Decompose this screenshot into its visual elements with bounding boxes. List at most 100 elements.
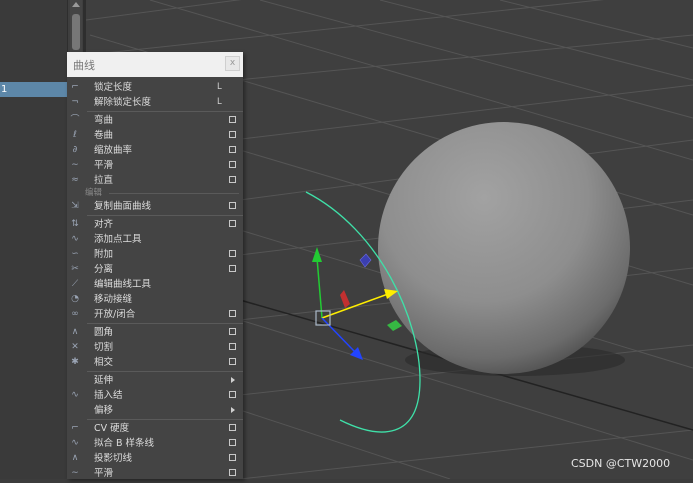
open-close-icon: ∞ <box>71 309 79 319</box>
option-box-icon[interactable] <box>229 328 236 335</box>
menu-item[interactable]: ∼ 平滑 <box>67 466 243 479</box>
add-points-tool-icon: ∿ <box>71 234 79 244</box>
menu-section-header: 编辑 <box>67 188 243 199</box>
section-label: 编辑 <box>85 188 103 198</box>
fillet-icon: ∧ <box>71 327 79 337</box>
outliner-panel: 1 <box>0 0 68 479</box>
menu-item-label: 移动接缝 <box>94 294 133 305</box>
menu-item[interactable]: ℓ 卷曲 <box>67 128 243 143</box>
menu-item[interactable]: ¬ 解除锁定长度 L <box>67 95 243 110</box>
option-box-icon[interactable] <box>229 131 236 138</box>
menu-item-label: 添加点工具 <box>94 234 142 245</box>
lock-length-icon: ⌐ <box>71 82 79 92</box>
menu-items: ⌐ 锁定长度 L ¬ 解除锁定长度 L ⌒ 弯曲 ℓ 卷曲 ∂ 缩放曲率 ∼ 平滑 ≈ 拉直 编辑 ⇲ 复制曲面曲线… <box>67 77 243 479</box>
option-box-icon[interactable] <box>229 250 236 257</box>
menu-item[interactable]: ◔ 移动接缝 <box>67 292 243 307</box>
menu-item-label: 延伸 <box>94 375 114 386</box>
scroll-thumb[interactable] <box>72 14 80 50</box>
detach-icon: ✂ <box>71 264 79 274</box>
scrollbar[interactable] <box>70 0 82 52</box>
option-box-icon[interactable] <box>229 176 236 183</box>
menu-item-label: 开放/闭合 <box>94 309 136 320</box>
menu-item[interactable]: ∧ 圆角 <box>67 325 243 340</box>
option-box-icon[interactable] <box>229 161 236 168</box>
straighten-icon: ≈ <box>71 175 79 185</box>
option-box-icon[interactable] <box>229 265 236 272</box>
menu-item[interactable]: ∽ 附加 <box>67 247 243 262</box>
menu-item-label: 附加 <box>94 249 114 260</box>
menu-item-label: 复制曲面曲线 <box>94 201 152 212</box>
menu-item-label: 投影切线 <box>94 453 133 464</box>
menu-item[interactable]: ✂ 分离 <box>67 262 243 277</box>
menu-item-label: 切割 <box>94 342 114 353</box>
menu-item[interactable]: ✱ 相交 <box>67 355 243 370</box>
cut-icon: ✕ <box>71 342 79 352</box>
sphere-object[interactable] <box>378 122 630 374</box>
smooth-icon: ∼ <box>71 160 79 170</box>
option-box-icon[interactable] <box>229 391 236 398</box>
menu-item-label: 拉直 <box>94 175 114 186</box>
menu-item[interactable]: ⇲ 复制曲面曲线 <box>67 199 243 214</box>
menu-separator <box>87 371 243 372</box>
smooth-2-icon: ∼ <box>71 468 79 478</box>
option-box-icon[interactable] <box>229 424 236 431</box>
menu-item[interactable]: ⌒ 弯曲 <box>67 113 243 128</box>
submenu-arrow-icon <box>231 407 235 413</box>
menu-item[interactable]: ∼ 平滑 <box>67 158 243 173</box>
menu-item[interactable]: ✕ 切割 <box>67 340 243 355</box>
menu-item[interactable]: ∿ 插入结 <box>67 388 243 403</box>
menu-item[interactable]: ∿ 拟合 B 样条线 <box>67 436 243 451</box>
edit-curve-tool-icon: ⟋ <box>71 279 79 289</box>
menu-item-label: 偏移 <box>94 405 114 416</box>
intersect-icon: ✱ <box>71 357 79 367</box>
menu-item[interactable]: ⇅ 对齐 <box>67 217 243 232</box>
option-box-icon[interactable] <box>229 439 236 446</box>
menu-item[interactable]: 延伸 <box>67 373 243 388</box>
menu-item[interactable]: ≈ 拉直 <box>67 173 243 188</box>
option-box-icon[interactable] <box>229 343 236 350</box>
cv-hardness-icon: ⌐ <box>71 423 79 433</box>
menu-title: 曲线 <box>73 59 95 72</box>
menu-item-label: 相交 <box>94 357 114 368</box>
curves-menu: 曲线 x ⌐ 锁定长度 L ¬ 解除锁定长度 L ⌒ 弯曲 ℓ 卷曲 ∂ 缩放曲率 ∼ 平滑 ≈ 拉直 编辑 ⇲ 复… <box>67 52 243 479</box>
project-tangent-icon: ∧ <box>71 453 79 463</box>
menu-item-label: 对齐 <box>94 219 114 230</box>
section-divider <box>109 193 239 194</box>
option-box-icon[interactable] <box>229 310 236 317</box>
menu-item-label: 平滑 <box>94 160 114 171</box>
curl-icon: ℓ <box>73 130 77 140</box>
option-box-icon[interactable] <box>229 469 236 476</box>
menu-item[interactable]: ∂ 缩放曲率 <box>67 143 243 158</box>
close-button[interactable]: x <box>225 56 240 71</box>
submenu-arrow-icon <box>231 377 235 383</box>
menu-item[interactable]: ⟋ 编辑曲线工具 <box>67 277 243 292</box>
menu-item[interactable]: ⌐ 锁定长度 L <box>67 80 243 95</box>
option-box-icon[interactable] <box>229 358 236 365</box>
option-box-icon[interactable] <box>229 116 236 123</box>
menu-item[interactable]: 偏移 <box>67 403 243 418</box>
option-box-icon[interactable] <box>229 202 236 209</box>
menu-item[interactable]: ⌐ CV 硬度 <box>67 421 243 436</box>
menu-item-label: 锁定长度 <box>94 82 133 93</box>
menu-header: 曲线 x <box>67 52 243 77</box>
close-icon: x <box>229 58 236 68</box>
duplicate-surface-curves-icon: ⇲ <box>71 201 79 211</box>
option-box-icon[interactable] <box>229 146 236 153</box>
menu-item-label: 圆角 <box>94 327 114 338</box>
fit-bspline-icon: ∿ <box>71 438 79 448</box>
menu-item[interactable]: ∧ 投影切线 <box>67 451 243 466</box>
menu-item[interactable]: ∞ 开放/闭合 <box>67 307 243 322</box>
align-icon: ⇅ <box>71 219 79 229</box>
menu-item-label: 解除锁定长度 <box>94 97 152 108</box>
outliner-selected-item[interactable]: 1 <box>0 82 67 97</box>
scroll-up-icon[interactable] <box>72 2 80 7</box>
menu-item-shortcut: L <box>217 82 222 92</box>
menu-item-label: 编辑曲线工具 <box>94 279 152 290</box>
menu-separator <box>87 323 243 324</box>
option-box-icon[interactable] <box>229 220 236 227</box>
option-box-icon[interactable] <box>229 454 236 461</box>
panel-divider <box>83 0 86 52</box>
menu-item[interactable]: ∿ 添加点工具 <box>67 232 243 247</box>
unlock-length-icon: ¬ <box>71 97 79 107</box>
menu-item-shortcut: L <box>217 97 222 107</box>
